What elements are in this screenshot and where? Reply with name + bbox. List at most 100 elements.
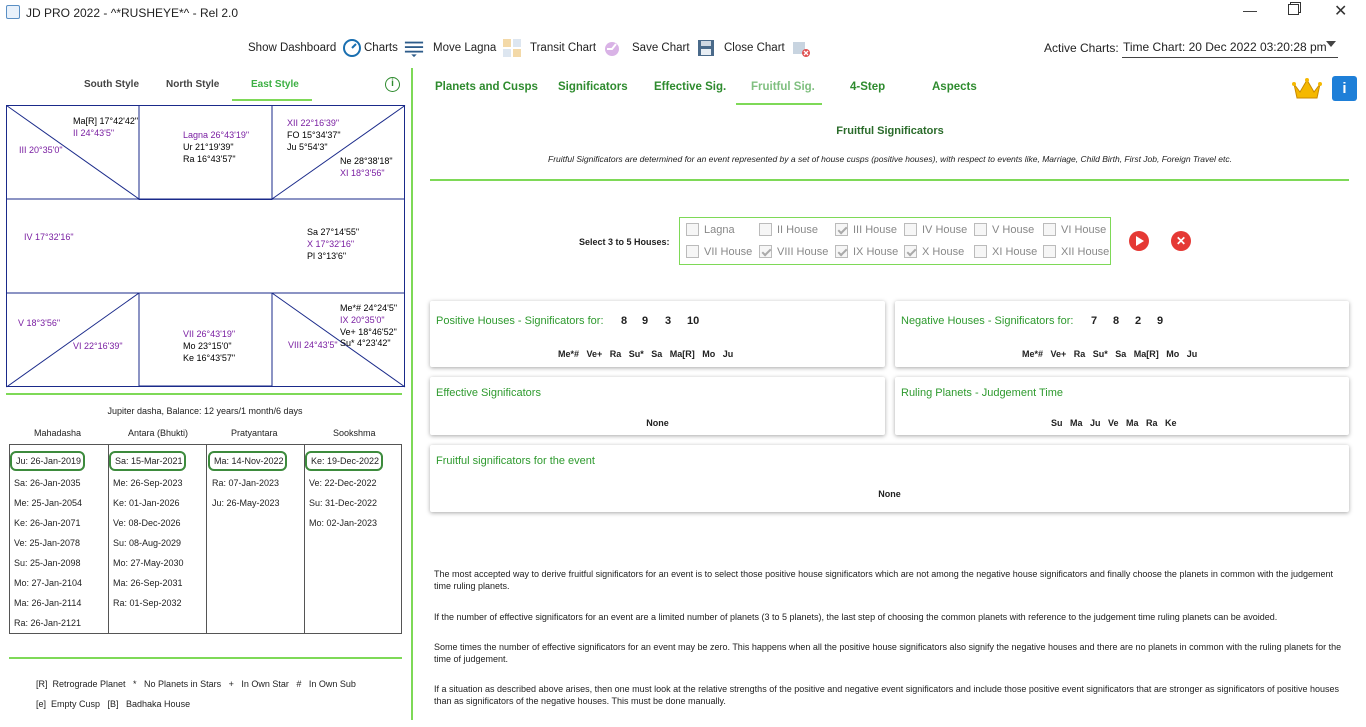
checkbox-box[interactable] bbox=[974, 223, 987, 236]
chart-bl-1: VI 22°16'39" bbox=[73, 341, 123, 351]
checkbox-box[interactable] bbox=[759, 223, 772, 236]
tab-east-style[interactable]: East Style bbox=[251, 79, 299, 90]
checkbox-box[interactable] bbox=[1043, 245, 1056, 258]
checkbox-box[interactable] bbox=[835, 223, 848, 236]
tab-fruitful-sig[interactable]: Fruitful Sig. bbox=[751, 81, 815, 93]
active-chart-dropdown[interactable]: Time Chart: 20 Dec 2022 03:20:28 pm bbox=[1122, 36, 1338, 58]
checkbox-box[interactable] bbox=[1043, 223, 1056, 236]
negative-house-2: 2 bbox=[1135, 315, 1142, 327]
transit-icon bbox=[605, 42, 620, 56]
house-checkbox-viii-house[interactable]: VIII House bbox=[759, 245, 828, 258]
tab-south-style[interactable]: South Style bbox=[84, 79, 139, 90]
house-checkbox-vii-house[interactable]: VII House bbox=[686, 245, 752, 258]
charts-button[interactable]: Charts bbox=[364, 38, 424, 58]
antara-entry[interactable]: Ra: 01-Sep-2032 bbox=[113, 598, 182, 608]
antara-entry[interactable]: Mo: 27-May-2030 bbox=[113, 558, 184, 568]
positive-planets: Me*# Ve+ Ra Su* Sa Ma[R] Mo Ju bbox=[558, 349, 734, 359]
tab-significators[interactable]: Significators bbox=[558, 81, 628, 93]
house-checkbox-ix-house[interactable]: IX House bbox=[835, 245, 898, 258]
chart-tr-1: FO 15°34'37" bbox=[287, 130, 341, 140]
move-lagna-button[interactable]: Move Lagna bbox=[433, 38, 522, 58]
left-panel: South Style North Style East Style i Ma[… bbox=[0, 68, 410, 727]
checkbox-label: V House bbox=[992, 223, 1035, 236]
dasha-balance: Jupiter dasha, Balance: 12 years/1 month… bbox=[107, 406, 303, 416]
pratyantara-entry[interactable]: Ra: 07-Jan-2023 bbox=[212, 478, 279, 488]
legend-line-1: [R] Retrograde Planet * No Planets in St… bbox=[36, 679, 356, 689]
sookshma-entry[interactable]: Su: 31-Dec-2022 bbox=[309, 498, 377, 508]
minimize-button[interactable]: — bbox=[1243, 2, 1257, 18]
pratyantara-entry[interactable]: Ju: 26-May-2023 bbox=[212, 498, 280, 508]
show-dashboard-button[interactable]: Show Dashboard bbox=[248, 38, 362, 58]
mahadasha-entry[interactable]: Ra: 26-Jan-2121 bbox=[14, 618, 81, 628]
house-checkbox-lagna[interactable]: Lagna bbox=[686, 223, 735, 236]
window-title: JD PRO 2022 - ^*RUSHEYE*^ - Rel 2.0 bbox=[26, 6, 238, 20]
sookshma-entry[interactable]: Ve: 22-Dec-2022 bbox=[309, 478, 377, 488]
house-checkbox-vi-house[interactable]: VI House bbox=[1043, 223, 1106, 236]
close-chart-button[interactable]: Close Chart bbox=[724, 38, 811, 58]
run-button[interactable] bbox=[1129, 231, 1149, 251]
house-checkbox-xi-house[interactable]: XI House bbox=[974, 245, 1037, 258]
mahadasha-entry[interactable]: Mo: 27-Jan-2104 bbox=[14, 578, 82, 588]
antara-current[interactable]: Sa: 15-Mar-2021 bbox=[109, 451, 186, 471]
save-chart-button[interactable]: Save Chart bbox=[632, 38, 716, 58]
positive-house-3: 10 bbox=[687, 315, 700, 327]
negative-house-1: 8 bbox=[1113, 315, 1120, 327]
checkbox-box[interactable] bbox=[904, 223, 917, 236]
antara-entry[interactable]: Su: 08-Aug-2029 bbox=[113, 538, 181, 548]
chart-tr-2: Ju 5°54'3" bbox=[287, 142, 328, 152]
tab-planets-and-cusps[interactable]: Planets and Cusps bbox=[435, 81, 538, 93]
maximize-button[interactable] bbox=[1288, 4, 1299, 15]
house-checkbox-x-house[interactable]: X House bbox=[904, 245, 964, 258]
close-button[interactable]: ✕ bbox=[1334, 1, 1347, 21]
transit-chart-label: Transit Chart bbox=[530, 42, 597, 54]
antara-entry[interactable]: Ve: 08-Dec-2026 bbox=[113, 518, 181, 528]
chart-br-2: Ve+ 18°46'52" bbox=[340, 327, 397, 337]
save-chart-label: Save Chart bbox=[632, 42, 690, 54]
transit-chart-button[interactable]: Transit Chart bbox=[530, 38, 622, 58]
panel-divider bbox=[411, 68, 413, 720]
chart-bc-0: VII 26°43'19" bbox=[183, 329, 236, 339]
sookshma-entry[interactable]: Mo: 02-Jan-2023 bbox=[309, 518, 377, 528]
clear-button[interactable]: ✕ bbox=[1171, 231, 1191, 251]
ruling-card-title: Ruling Planets - Judgement Time bbox=[901, 387, 1064, 399]
info-icon[interactable]: i bbox=[385, 77, 400, 92]
positive-card-title: Positive Houses - Significators for: bbox=[436, 315, 604, 327]
mahadasha-entry[interactable]: Ma: 26-Jan-2114 bbox=[14, 598, 81, 608]
tab-aspects[interactable]: Aspects bbox=[932, 81, 977, 93]
sookshma-current[interactable]: Ke: 19-Dec-2022 bbox=[305, 451, 383, 471]
checkbox-label: IV House bbox=[922, 223, 968, 236]
house-checkbox-iv-house[interactable]: IV House bbox=[904, 223, 967, 236]
checkbox-box[interactable] bbox=[686, 223, 699, 236]
antara-entry[interactable]: Ma: 26-Sep-2031 bbox=[113, 578, 183, 588]
active-charts-label: Active Charts: bbox=[1044, 41, 1119, 55]
tab-north-style[interactable]: North Style bbox=[166, 79, 219, 90]
checkbox-label: VI House bbox=[1061, 223, 1107, 236]
antara-entry[interactable]: Ke: 01-Jan-2026 bbox=[113, 498, 180, 508]
mahadasha-entry[interactable]: Ke: 26-Jan-2071 bbox=[14, 518, 81, 528]
chart-separator bbox=[6, 393, 402, 395]
pratyantara-current[interactable]: Ma: 14-Nov-2022 bbox=[208, 451, 287, 471]
mahadasha-entry[interactable]: Me: 25-Jan-2054 bbox=[14, 498, 82, 508]
house-checkbox-v-house[interactable]: V House bbox=[974, 223, 1034, 236]
checkbox-box[interactable] bbox=[974, 245, 987, 258]
tab-effective-sig[interactable]: Effective Sig. bbox=[654, 81, 726, 93]
crown-icon[interactable] bbox=[1292, 76, 1322, 102]
checkbox-box[interactable] bbox=[835, 245, 848, 258]
mahadasha-entry[interactable]: Sa: 26-Jan-2035 bbox=[14, 478, 81, 488]
info-button[interactable]: i bbox=[1332, 76, 1357, 101]
house-checkbox-xii-house[interactable]: XII House bbox=[1043, 245, 1109, 258]
house-checkbox-iii-house[interactable]: III House bbox=[835, 223, 897, 236]
chart-br-0: Me*# 24°24'5" bbox=[340, 303, 398, 313]
mahadasha-entry[interactable]: Ve: 25-Jan-2078 bbox=[14, 538, 80, 548]
mahadasha-entry[interactable]: Su: 25-Jan-2098 bbox=[14, 558, 81, 568]
antara-entry[interactable]: Me: 26-Sep-2023 bbox=[113, 478, 183, 488]
mahadasha-current[interactable]: Ju: 26-Jan-2019 bbox=[10, 451, 85, 471]
checkbox-box[interactable] bbox=[686, 245, 699, 258]
fruitful-value: None bbox=[878, 489, 901, 499]
chart-br-4: Su* 4°23'42" bbox=[340, 338, 391, 348]
checkbox-box[interactable] bbox=[759, 245, 772, 258]
tab-4-step[interactable]: 4-Step bbox=[850, 81, 885, 93]
house-checkbox-ii-house[interactable]: II House bbox=[759, 223, 818, 236]
negative-house-0: 7 bbox=[1091, 315, 1098, 327]
checkbox-box[interactable] bbox=[904, 245, 917, 258]
